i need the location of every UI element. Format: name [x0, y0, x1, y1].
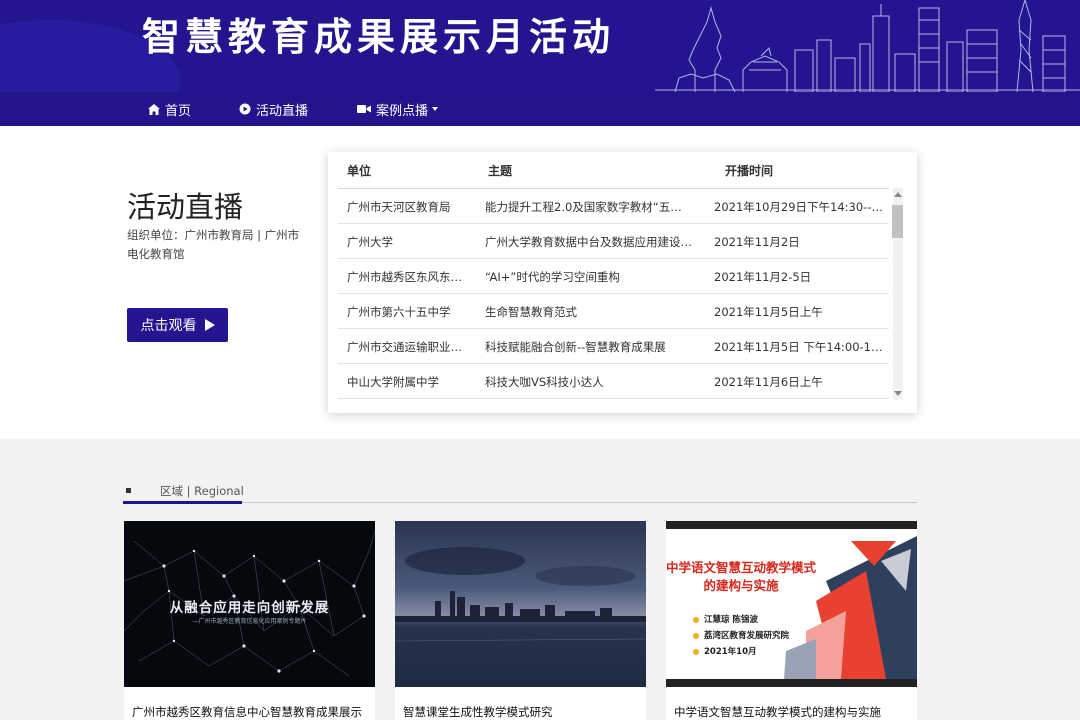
card-title[interactable]: 广州市越秀区教育信息中心智慧教育成果展示 [132, 704, 372, 720]
cell-topic: 科技赋能融合创新--智慧教育成果展 [485, 340, 666, 354]
bullet-icon [693, 648, 699, 655]
city-dusk-photo [395, 547, 646, 687]
site-title: 智慧教育成果展示月活动 [142, 14, 616, 59]
cell-time: 2021年11月6日上午 [714, 375, 823, 389]
thumbnail-date: 2021年10月 [693, 645, 757, 657]
thumbnail-heading-2: 的建构与实施 [703, 578, 779, 593]
column-header-topic: 主题 [488, 164, 513, 178]
table-row[interactable]: 广州市第六十五中学 生命智慧教育范式 2021年11月5日上午 [338, 294, 889, 329]
thumbnail-slogan: 从融合应用走向创新发展 [169, 600, 330, 616]
play-circle-icon [239, 103, 251, 115]
cell-time: 2021年11月2-5日 [714, 270, 812, 284]
thumbnail-authors: 江慧琼 陈锦波 [693, 613, 758, 625]
table-header: 单位 主题 开播时间 [328, 152, 917, 188]
card-title[interactable]: 智慧课堂生成性教学模式研究 [403, 704, 643, 720]
table-body: 广州市天河区教育局 能力提升工程2.0及国家数字教材“五合一… 2021年10月… [338, 188, 889, 401]
cell-time: 2021年10月29日下午14:30--17:… [714, 200, 884, 214]
thumbnail-bottom-band [666, 679, 917, 687]
scroll-down-arrow-icon[interactable] [894, 391, 902, 396]
thumbnail-heading-1: 中学语文智慧互动教学模式 [666, 560, 817, 575]
table-row[interactable]: 广州市越秀区东风东… “AI+”时代的学习空间重构 2021年11月2-5日 [338, 259, 889, 294]
video-camera-icon [357, 105, 371, 113]
cell-topic: 生命智慧教育范式 [485, 305, 577, 319]
cell-unit: 广州大学 [347, 235, 393, 249]
table-row[interactable]: 中山大学附属中学 科技大咖VS科技小达人 2021年11月6日上午 [338, 364, 889, 399]
watch-live-button[interactable]: 点击观看 [127, 308, 228, 342]
home-icon [148, 103, 160, 115]
cell-topic: 科技大咖VS科技小达人 [485, 375, 604, 389]
nav-home[interactable]: 首页 [148, 92, 191, 126]
bullet-icon [693, 616, 699, 623]
cell-topic: 广州大学教育数据中台及数据应用建设… [485, 235, 692, 249]
nav-live-label: 活动直播 [256, 103, 309, 119]
watch-live-button-label: 点击观看 [140, 318, 197, 334]
case-card[interactable]: 从融合应用走向创新发展 —广州市越秀区教育信息化应用案例专题片 广州市越秀区教育… [124, 521, 375, 720]
cell-time: 2021年11月5日上午 [714, 305, 823, 319]
table-row[interactable]: 广州市交通运输职业… 科技赋能融合创新--智慧教育成果展 2021年11月5日 … [338, 329, 889, 364]
city-skyline-illustration [655, 0, 1080, 92]
nav-live[interactable]: 活动直播 [239, 92, 308, 126]
tab-regional[interactable]: 区域 | Regional [160, 483, 244, 499]
main-nav: 首页 活动直播 案例点播 [0, 92, 1080, 126]
column-header-unit: 单位 [347, 164, 372, 178]
bullet-icon [693, 632, 699, 639]
cell-time: 2021年11月2日 [714, 235, 800, 249]
live-section-title: 活动直播 [127, 192, 244, 224]
scrollbar-thumb[interactable] [892, 205, 903, 238]
site-header: 智慧教育成果展示月活动 首页 活动直播 案例点播 [0, 0, 1080, 126]
nav-cases-dropdown[interactable]: 案例点播 [357, 92, 439, 126]
cell-unit: 广州市天河区教育局 [347, 200, 451, 214]
table-row[interactable]: 广州市天河区教育局 能力提升工程2.0及国家数字教材“五合一… 2021年10月… [338, 189, 889, 224]
play-icon [204, 319, 215, 331]
nav-home-label: 首页 [165, 103, 192, 119]
cell-topic: 能力提升工程2.0及国家数字教材“五合一… [485, 200, 693, 214]
nav-cases-label: 案例点播 [376, 103, 429, 119]
thumbnail-subslogan: —广州市越秀区教育信息化应用案例专题片 [192, 618, 307, 625]
card-thumbnail: 中学语文智慧互动教学模式 的建构与实施 江慧琼 陈锦波 荔湾区教育发展研究院 2… [666, 521, 917, 687]
cell-time: 2021年11月5日 下午14:00-16:00 [714, 340, 884, 354]
square-bullet-icon [126, 488, 131, 493]
card-thumbnail [395, 521, 646, 687]
cell-unit: 广州市越秀区东风东… [347, 270, 462, 284]
cell-topic: “AI+”时代的学习空间重构 [485, 270, 620, 284]
geometric-graphic [784, 536, 917, 679]
column-header-time: 开播时间 [725, 164, 774, 178]
table-row[interactable]: 广州大学 广州大学教育数据中台及数据应用建设… 2021年11月2日 [338, 224, 889, 259]
cell-unit: 广州市交通运输职业… [347, 340, 462, 354]
active-tab-underline [123, 501, 242, 504]
organizer-text: 组织单位：广州市教育局 | 广州市电化教育馆 [127, 228, 300, 261]
card-thumbnail: 从融合应用走向创新发展 —广州市越秀区教育信息化应用案例专题片 [124, 521, 375, 687]
regional-tab-bar: 区域 | Regional [123, 480, 917, 504]
cell-unit: 广州市第六十五中学 [347, 305, 451, 319]
card-title[interactable]: 中学语文智慧互动教学模式的建构与实施 [674, 704, 914, 720]
thumbnail-org: 荔湾区教育发展研究院 [693, 629, 789, 641]
case-card[interactable]: 智慧课堂生成性教学模式研究 [395, 521, 646, 720]
cell-unit: 中山大学附属中学 [347, 375, 439, 389]
case-card[interactable]: 中学语文智慧互动教学模式 的建构与实施 江慧琼 陈锦波 荔湾区教育发展研究院 2… [666, 521, 917, 720]
live-schedule-table: 单位 主题 开播时间 广州市天河区教育局 能力提升工程2.0及国家数字教材“五合… [328, 152, 917, 413]
schedule-scrollbar[interactable] [889, 188, 905, 400]
scroll-up-arrow-icon[interactable] [894, 192, 902, 197]
chevron-down-icon [432, 107, 439, 111]
